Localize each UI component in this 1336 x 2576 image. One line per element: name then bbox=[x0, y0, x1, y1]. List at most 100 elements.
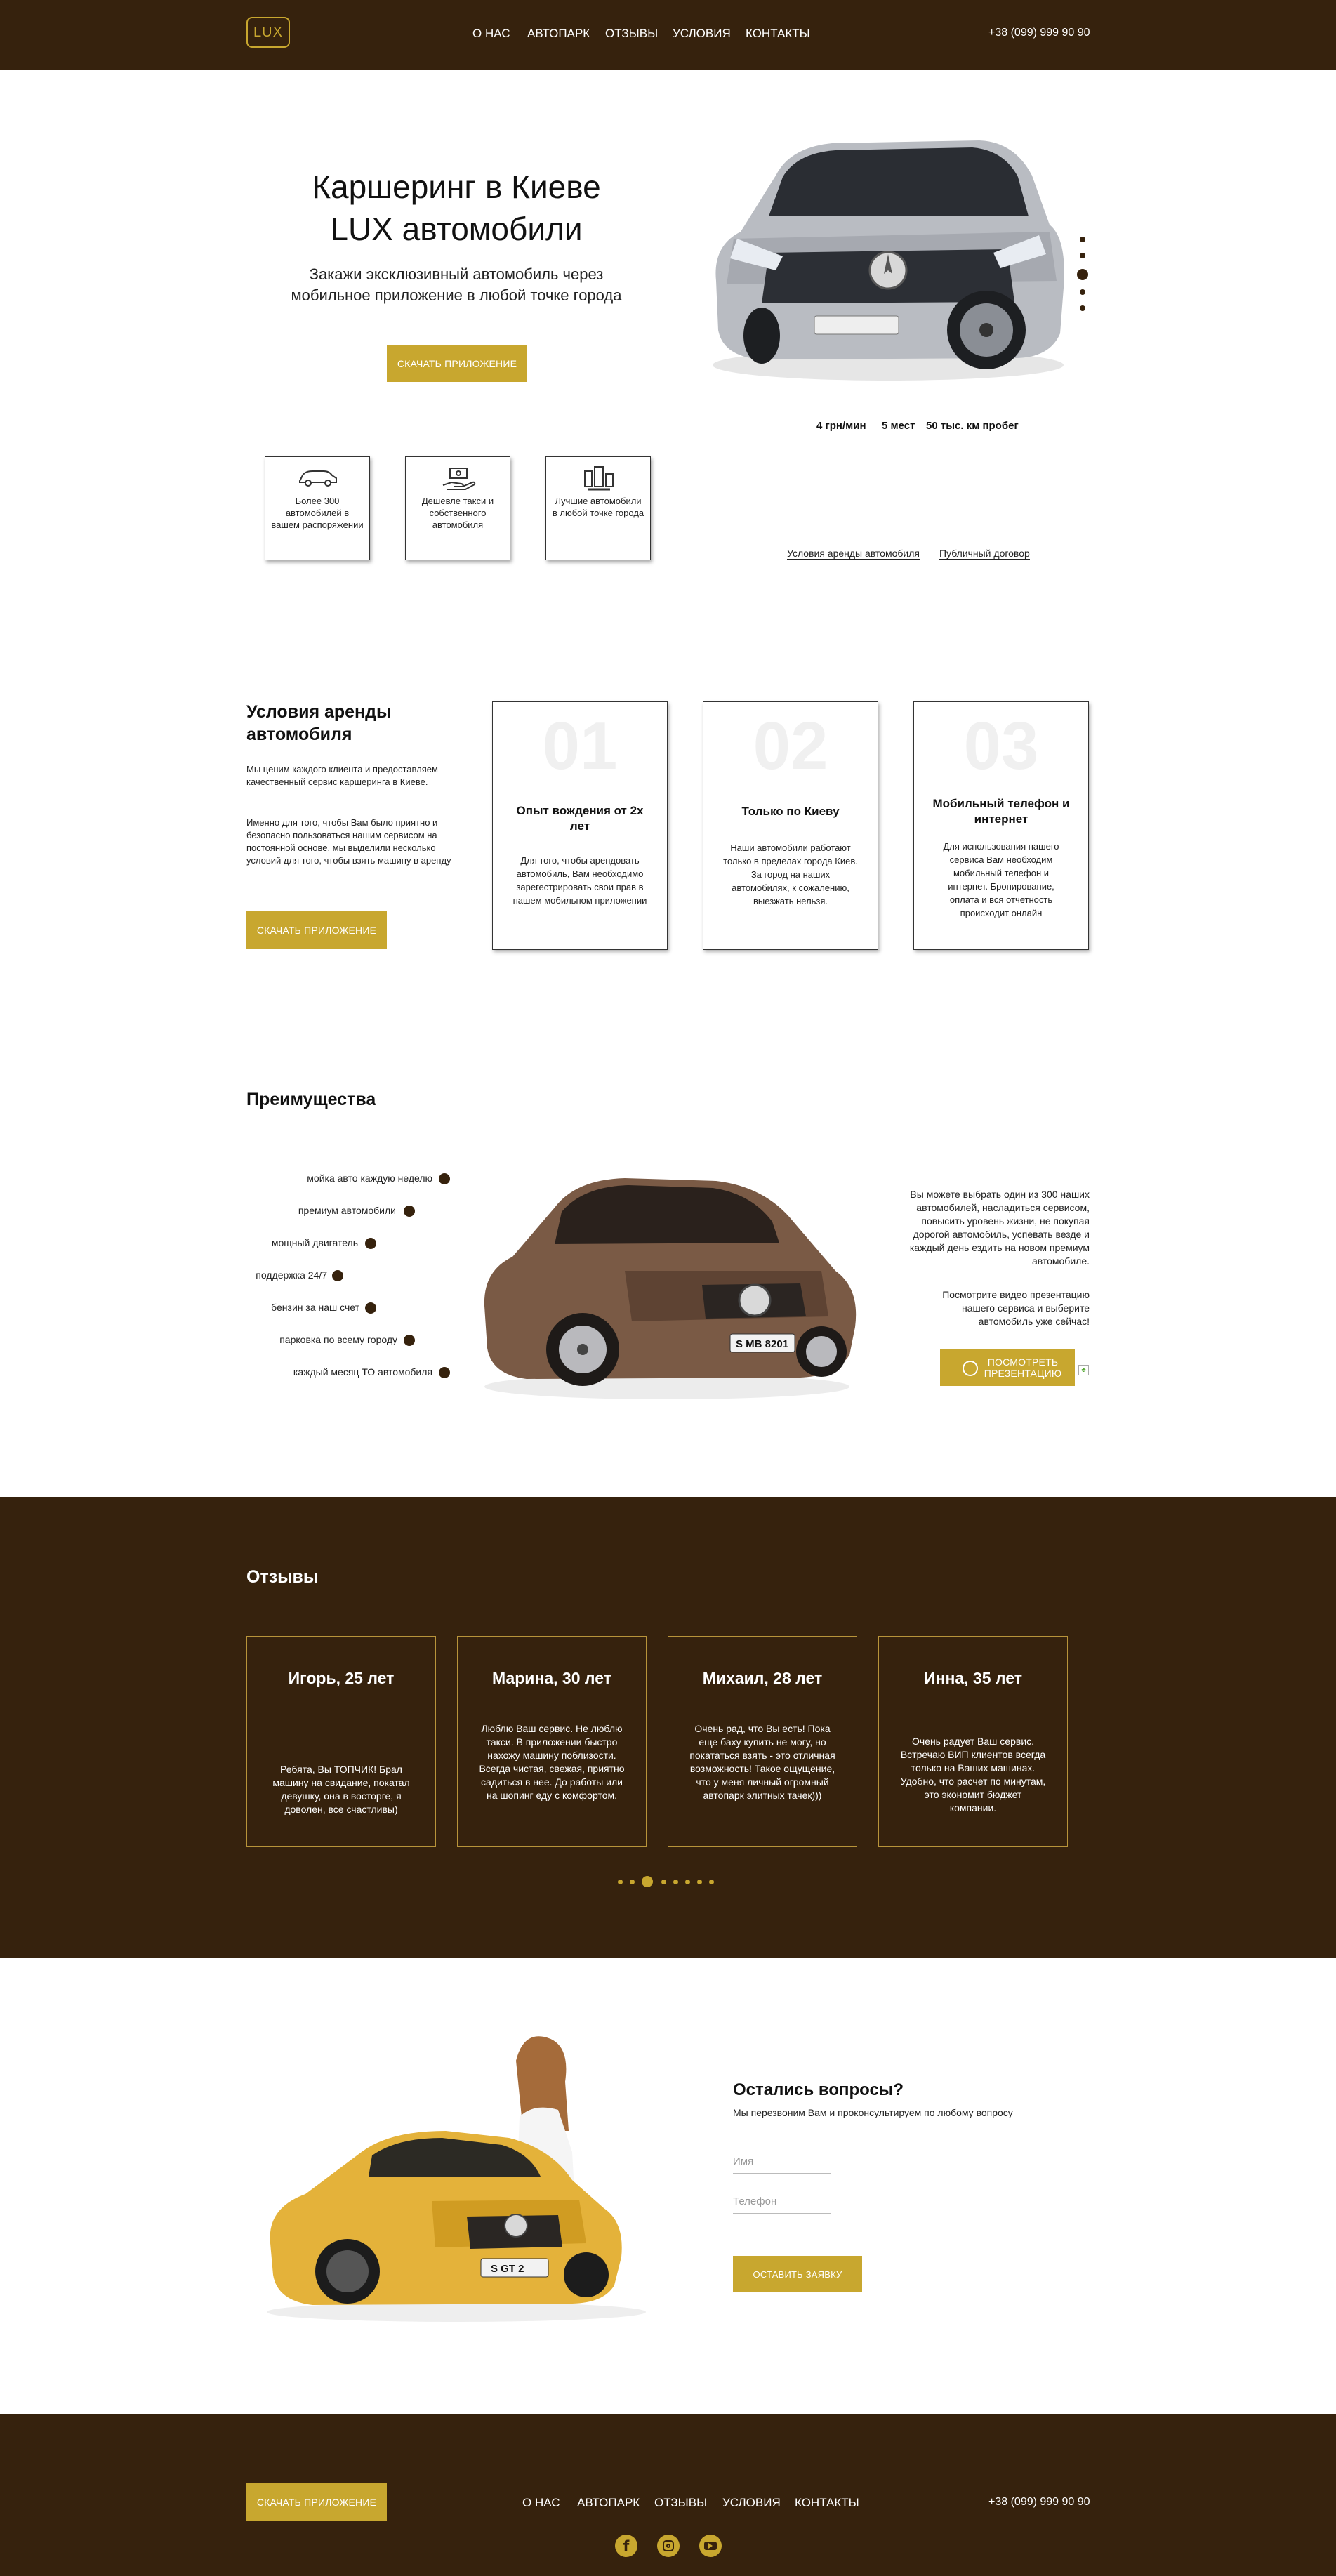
feature-card-fleet: Более 300 автомобилей в вашем распоряжен… bbox=[265, 456, 370, 560]
instagram-glyph bbox=[663, 2540, 674, 2551]
bullet-dot bbox=[439, 1173, 450, 1184]
condition-number: 02 bbox=[753, 708, 828, 784]
reviews-dot-active[interactable] bbox=[642, 1876, 653, 1887]
reviews-dot[interactable] bbox=[697, 1880, 702, 1884]
condition-title: Мобильный телефон и интернет bbox=[932, 797, 1070, 826]
hand-money-icon bbox=[442, 468, 476, 490]
advantage-item: мощный двигатель bbox=[271, 1237, 358, 1248]
feature-fleet-text: Более 300 автомобилей в вашем распоряжен… bbox=[271, 496, 364, 530]
footer-nav-conditions[interactable]: УСЛОВИЯ bbox=[722, 2496, 781, 2510]
condition-number: 01 bbox=[542, 708, 618, 784]
watch-presentation-line2: ПРЕЗЕНТАЦИЮ bbox=[984, 1368, 1062, 1379]
bullet-dot bbox=[404, 1206, 415, 1217]
footer-nav-about[interactable]: О НАС bbox=[522, 2496, 560, 2510]
conditions-title: Условия аренды автомобиля bbox=[246, 701, 391, 746]
advantage-item: каждый месяц ТО автомобиля bbox=[293, 1366, 432, 1378]
slider-dot-active[interactable] bbox=[1077, 269, 1088, 280]
header-phone[interactable]: +38 (099) 999 90 90 bbox=[988, 27, 1090, 39]
reviews-dot[interactable] bbox=[630, 1880, 635, 1884]
facebook-glyph: f bbox=[623, 2537, 630, 2554]
instagram-icon[interactable] bbox=[657, 2535, 680, 2557]
nav-fleet[interactable]: АВТОПАРК bbox=[527, 27, 590, 41]
submit-request-button[interactable]: ОСТАВИТЬ ЗАЯВКУ bbox=[733, 2256, 862, 2292]
condition-title: Только по Киеву bbox=[741, 805, 840, 818]
reviews-dot[interactable] bbox=[661, 1880, 666, 1884]
watch-presentation-line1: ПОСМОТРЕТЬ bbox=[987, 1356, 1059, 1368]
bullet-dot bbox=[365, 1302, 376, 1314]
bullet-dot bbox=[332, 1270, 343, 1281]
footer-phone[interactable]: +38 (099) 999 90 90 bbox=[988, 2496, 1090, 2509]
nav-conditions[interactable]: УСЛОВИЯ bbox=[673, 27, 731, 41]
youtube-icon[interactable] bbox=[699, 2535, 722, 2557]
spec-mileage: 50 тыс. км пробег bbox=[926, 420, 1019, 432]
hero-title-line2: LUX автомобили bbox=[330, 211, 583, 247]
feature-city-text: Лучшие автомобили в любой точке города bbox=[552, 496, 644, 518]
review-text: Очень рад, что Вы есть! Пока еще баху ку… bbox=[689, 1723, 835, 1801]
play-icon bbox=[963, 1361, 978, 1376]
spec-price: 4 грн/мин bbox=[816, 420, 866, 432]
nav-reviews[interactable]: ОТЗЫВЫ bbox=[605, 27, 658, 41]
feature-card-price: Дешевле такси и собственного автомобиля bbox=[405, 456, 510, 560]
bullet-dot bbox=[365, 1238, 376, 1249]
slider-dot[interactable] bbox=[1080, 237, 1085, 242]
leaf-icon: ♣ bbox=[1078, 1365, 1089, 1375]
logo[interactable]: LUX bbox=[246, 17, 290, 48]
condition-number: 03 bbox=[963, 708, 1039, 784]
condition-card-1: 01 Опыт вождения от 2х лет Для того, что… bbox=[492, 701, 668, 950]
advantages-car-image: S MB 8201 bbox=[484, 1178, 857, 1399]
condition-text: Для использования нашего сервиса Вам нео… bbox=[943, 841, 1059, 918]
hero-subtitle: Закажи эксклюзивный автомобиль через моб… bbox=[253, 264, 660, 306]
slider-dot[interactable] bbox=[1080, 305, 1085, 311]
contact-subtitle: Мы перезвоним Вам и проконсультируем по … bbox=[733, 2107, 1013, 2118]
contact-title: Остались вопросы? bbox=[733, 2080, 904, 2099]
facebook-icon[interactable]: f bbox=[615, 2535, 637, 2557]
conditions-para1: Мы ценим каждого клиента и предоставляем… bbox=[246, 764, 438, 787]
review-card: Марина, 30 лет Люблю Ваш сервис. Не любл… bbox=[457, 1636, 647, 1847]
advantage-item: бензин за наш счет bbox=[271, 1302, 359, 1313]
nav-about[interactable]: О НАС bbox=[472, 27, 510, 41]
conditions-title-line2: автомобиля bbox=[246, 725, 352, 744]
license-plate: S GT 2 bbox=[491, 2263, 524, 2275]
phone-field[interactable]: Телефон bbox=[733, 2195, 831, 2214]
slider-dot[interactable] bbox=[1080, 253, 1085, 258]
review-card: Михаил, 28 лет Очень рад, что Вы есть! П… bbox=[668, 1636, 857, 1847]
condition-title: Опыт вождения от 2х лет bbox=[516, 804, 644, 833]
license-plate: S MB 8201 bbox=[736, 1338, 788, 1350]
footer-download-button[interactable]: СКАЧАТЬ ПРИЛОЖЕНИЕ bbox=[246, 2483, 387, 2521]
reviews-dot[interactable] bbox=[673, 1880, 678, 1884]
footer-nav-contacts[interactable]: КОНТАКТЫ bbox=[795, 2496, 859, 2510]
reviews-dot[interactable] bbox=[709, 1880, 714, 1884]
advantage-item: парковка по всему городу bbox=[279, 1334, 397, 1345]
reviews-title: Отзывы bbox=[246, 1567, 319, 1587]
hero-subtitle-line2: мобильное приложение в любой точке город… bbox=[291, 286, 622, 304]
review-text: Люблю Ваш сервис. Не люблю такси. В прил… bbox=[479, 1723, 625, 1801]
condition-text: Наши автомобили работают только в предел… bbox=[723, 843, 858, 906]
name-field[interactable]: Имя bbox=[733, 2155, 831, 2174]
reviews-dot[interactable] bbox=[685, 1880, 690, 1884]
hero-car-image bbox=[713, 140, 1064, 381]
advantage-item: премиум автомобили bbox=[298, 1205, 396, 1216]
conditions-title-line1: Условия аренды bbox=[246, 702, 392, 722]
watch-presentation-button[interactable]: ПОСМОТРЕТЬ ПРЕЗЕНТАЦИЮ bbox=[940, 1349, 1075, 1386]
reviews-dot[interactable] bbox=[618, 1880, 623, 1884]
review-author: Инна, 35 лет bbox=[924, 1669, 1022, 1687]
conditions-para2: Именно для того, чтобы Вам было приятно … bbox=[246, 817, 451, 866]
nav-contacts[interactable]: КОНТАКТЫ bbox=[746, 27, 810, 41]
youtube-glyph bbox=[704, 2542, 717, 2550]
slider-dot[interactable] bbox=[1080, 289, 1085, 295]
conditions-download-button[interactable]: СКАЧАТЬ ПРИЛОЖЕНИЕ bbox=[246, 911, 387, 949]
condition-card-3: 03 Мобильный телефон и интернет Для испо… bbox=[913, 701, 1089, 950]
hero-download-button[interactable]: СКАЧАТЬ ПРИЛОЖЕНИЕ bbox=[387, 345, 527, 382]
public-contract-link[interactable]: Публичный договор bbox=[939, 548, 1030, 560]
advantage-item: поддержка 24/7 bbox=[256, 1269, 327, 1281]
review-author: Игорь, 25 лет bbox=[288, 1669, 395, 1687]
footer-nav-fleet[interactable]: АВТОПАРК bbox=[577, 2496, 640, 2510]
footer-nav-reviews[interactable]: ОТЗЫВЫ bbox=[654, 2496, 707, 2510]
hero-subtitle-line1: Закажи эксклюзивный автомобиль через bbox=[309, 265, 604, 283]
rental-conditions-link[interactable]: Условия аренды автомобиля bbox=[787, 548, 920, 560]
review-card: Игорь, 25 лет Ребята, Вы ТОПЧИК! Брал ма… bbox=[246, 1636, 436, 1847]
condition-text: Для того, чтобы арендовать автомобиль, В… bbox=[512, 855, 647, 906]
advantages-video-text: Посмотрите видео презентацию нашего серв… bbox=[942, 1289, 1090, 1327]
review-card: Инна, 35 лет Очень радует Ваш сервис. Вс… bbox=[878, 1636, 1068, 1847]
advantages-description: Вы можете выбрать один из 300 наших авто… bbox=[909, 1189, 1090, 1267]
